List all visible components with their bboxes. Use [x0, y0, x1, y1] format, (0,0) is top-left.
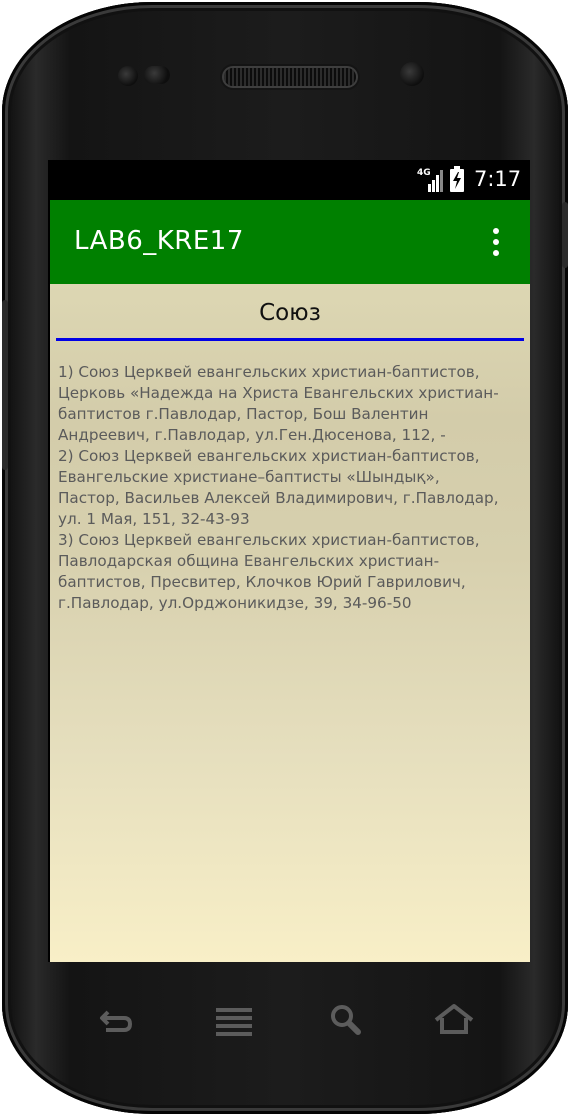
home-icon[interactable]: [432, 998, 476, 1042]
text-line: баптистов, Пресвитер, Клочков Юрий Гаври…: [58, 573, 466, 591]
sensor-icon: [144, 66, 170, 84]
text-line: баптистов г.Павлодар, Пастор, Бош Валент…: [58, 405, 429, 423]
search-icon[interactable]: [324, 998, 368, 1042]
text-line: Евангельские христиане–баптисты «Шындық»…: [58, 468, 440, 486]
battery-charging-icon: [450, 166, 464, 192]
phone-frame: 4G 7:17 LAB6_KRE17 Союз 1) Союз Церквей …: [2, 2, 568, 1114]
church-list-text: 1) Союз Церквей евангельских христиан-ба…: [58, 362, 524, 614]
status-bar: 4G 7:17: [48, 160, 530, 198]
hardware-nav-bar: [62, 992, 514, 1052]
device-screen: 4G 7:17 LAB6_KRE17 Союз 1) Союз Церквей …: [48, 160, 530, 962]
power-button[interactable]: [562, 202, 568, 268]
sensor-icon: [118, 66, 138, 86]
front-camera-icon: [400, 62, 424, 86]
text-line: 1) Союз Церквей евангельских христиан-ба…: [58, 363, 480, 381]
text-line: Церковь «Надежда на Христа Евангельских …: [58, 384, 499, 402]
text-line: Павлодарская община Евангельских христиа…: [58, 552, 440, 570]
volume-button[interactable]: [2, 300, 8, 470]
signal-icon: 4G: [416, 168, 443, 192]
back-icon[interactable]: [94, 998, 138, 1042]
text-line: ул. 1 Мая, 151, 32-43-93: [58, 510, 250, 528]
menu-icon[interactable]: [212, 998, 256, 1042]
text-line: Андреевич, г.Павлодар, ул.Ген.Дюсенова, …: [58, 426, 446, 444]
app-title: LAB6_KRE17: [74, 226, 244, 256]
text-line: 2) Союз Церквей евангельских христиан-ба…: [58, 447, 480, 465]
action-bar: LAB6_KRE17: [50, 200, 530, 284]
status-time: 7:17: [474, 167, 522, 191]
network-type-label: 4G: [417, 168, 431, 178]
section-heading: Союз: [259, 300, 321, 326]
more-vert-icon[interactable]: [486, 224, 506, 260]
text-line: 3) Союз Церквей евангельских христиан-ба…: [58, 531, 480, 549]
text-line: Пастор, Васильев Алексей Владимирович, г…: [58, 489, 499, 507]
earpiece-speaker: [224, 68, 356, 86]
heading-divider: [56, 338, 524, 341]
text-line: г.Павлодар, ул.Орджоникидзе, 39, 34-96-5…: [58, 594, 412, 612]
content-area: Союз 1) Союз Церквей евангельских христи…: [50, 284, 530, 962]
